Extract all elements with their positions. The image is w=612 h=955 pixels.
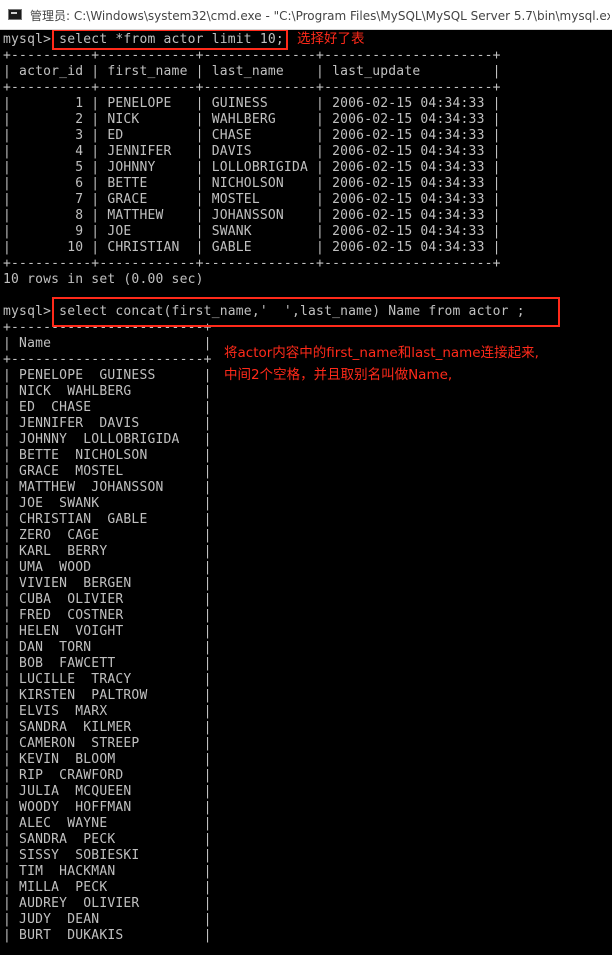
list-item: | FRED COSTNER | bbox=[3, 608, 212, 623]
query1-table-header: | actor_id | first_name | last_name | la… bbox=[3, 64, 501, 79]
list-item: | MILLA PECK | bbox=[3, 880, 212, 895]
list-item: | VIVIEN BERGEN | bbox=[3, 576, 212, 591]
list-item: | SANDRA PECK | bbox=[3, 832, 212, 847]
table-row: | 3 | ED | CHASE | 2006-02-15 04:34:33 | bbox=[3, 128, 501, 143]
query2-table-border: +------------------------+ bbox=[3, 352, 212, 367]
list-item: | KEVIN BLOOM | bbox=[3, 752, 212, 767]
list-item: | MATTHEW JOHANSSON | bbox=[3, 480, 212, 495]
list-item: | PENELOPE GUINESS | bbox=[3, 368, 212, 383]
query1-highlight-box bbox=[52, 30, 288, 50]
window-title-bar[interactable]: 管理员: C:\Windows\system32\cmd.exe - "C:\P… bbox=[0, 0, 612, 30]
list-item: | BOB FAWCETT | bbox=[3, 656, 212, 671]
list-item: | HELEN VOIGHT | bbox=[3, 624, 212, 639]
query1-table-border: +----------+------------+--------------+… bbox=[3, 80, 501, 95]
list-item: | JOE SWANK | bbox=[3, 496, 212, 511]
table-row: | 1 | PENELOPE | GUINESS | 2006-02-15 04… bbox=[3, 96, 501, 111]
table-row: | 10 | CHRISTIAN | GABLE | 2006-02-15 04… bbox=[3, 240, 501, 255]
list-item: | RIP CRAWFORD | bbox=[3, 768, 212, 783]
list-item: | BETTE NICHOLSON | bbox=[3, 448, 212, 463]
list-item: | JENNIFER DAVIS | bbox=[3, 416, 212, 431]
list-item: | NICK WAHLBERG | bbox=[3, 384, 212, 399]
query1-table-border: +----------+------------+--------------+… bbox=[3, 256, 501, 271]
cmd-app-icon bbox=[8, 9, 22, 20]
list-item: | SISSY SOBIESKI | bbox=[3, 848, 212, 863]
table-row: | 8 | MATTHEW | JOHANSSON | 2006-02-15 0… bbox=[3, 208, 501, 223]
table-row: | 2 | NICK | WAHLBERG | 2006-02-15 04:34… bbox=[3, 112, 501, 127]
list-item: | SANDRA KILMER | bbox=[3, 720, 212, 735]
query1-summary: 10 rows in set (0.00 sec) bbox=[3, 272, 204, 287]
list-item: | ZERO CAGE | bbox=[3, 528, 212, 543]
list-item: | ALEC WAYNE | bbox=[3, 816, 212, 831]
list-item: | GRACE MOSTEL | bbox=[3, 464, 212, 479]
table-row: | 5 | JOHNNY | LOLLOBRIGIDA | 2006-02-15… bbox=[3, 160, 501, 175]
list-item: | CHRISTIAN GABLE | bbox=[3, 512, 212, 527]
list-item: | AUDREY OLIVIER | bbox=[3, 896, 212, 911]
query1-annotation: 选择好了表 bbox=[297, 31, 365, 47]
list-item: | TIM HACKMAN | bbox=[3, 864, 212, 879]
list-item: | KARL BERRY | bbox=[3, 544, 212, 559]
query2-annotation-line-1: 将actor内容中的first_name和last_name连接起来, bbox=[224, 345, 539, 361]
table-row: | 9 | JOE | SWANK | 2006-02-15 04:34:33 … bbox=[3, 224, 501, 239]
list-item: | DAN TORN | bbox=[3, 640, 212, 655]
list-item: | JULIA MCQUEEN | bbox=[3, 784, 212, 799]
table-row: | 4 | JENNIFER | DAVIS | 2006-02-15 04:3… bbox=[3, 144, 501, 159]
list-item: | UMA WOOD | bbox=[3, 560, 212, 575]
table-row: | 6 | BETTE | NICHOLSON | 2006-02-15 04:… bbox=[3, 176, 501, 191]
list-item: | LUCILLE TRACY | bbox=[3, 672, 212, 687]
list-item: | CUBA OLIVIER | bbox=[3, 592, 212, 607]
window-title: 管理员: C:\Windows\system32\cmd.exe - "C:\P… bbox=[30, 9, 610, 23]
query2-annotation-line-2: 中间2个空格，并且取别名叫做Name, bbox=[224, 367, 453, 383]
query2-highlight-box bbox=[52, 297, 560, 327]
list-item: | BURT DUKAKIS | bbox=[3, 928, 212, 943]
list-item: | KIRSTEN PALTROW | bbox=[3, 688, 212, 703]
list-item: | ELVIS MARX | bbox=[3, 704, 212, 719]
console-output[interactable]: mysql> select *from actor limit 10; +----… bbox=[0, 30, 612, 955]
list-item: | WOODY HOFFMAN | bbox=[3, 800, 212, 815]
table-row: | 7 | GRACE | MOSTEL | 2006-02-15 04:34:… bbox=[3, 192, 501, 207]
query1-table-border: +----------+------------+--------------+… bbox=[3, 48, 501, 63]
list-item: | ED CHASE | bbox=[3, 400, 212, 415]
query2-table-header: | Name | bbox=[3, 336, 212, 351]
list-item: | JOHNNY LOLLOBRIGIDA | bbox=[3, 432, 212, 447]
list-item: | CAMERON STREEP | bbox=[3, 736, 212, 751]
list-item: | JUDY DEAN | bbox=[3, 912, 212, 927]
